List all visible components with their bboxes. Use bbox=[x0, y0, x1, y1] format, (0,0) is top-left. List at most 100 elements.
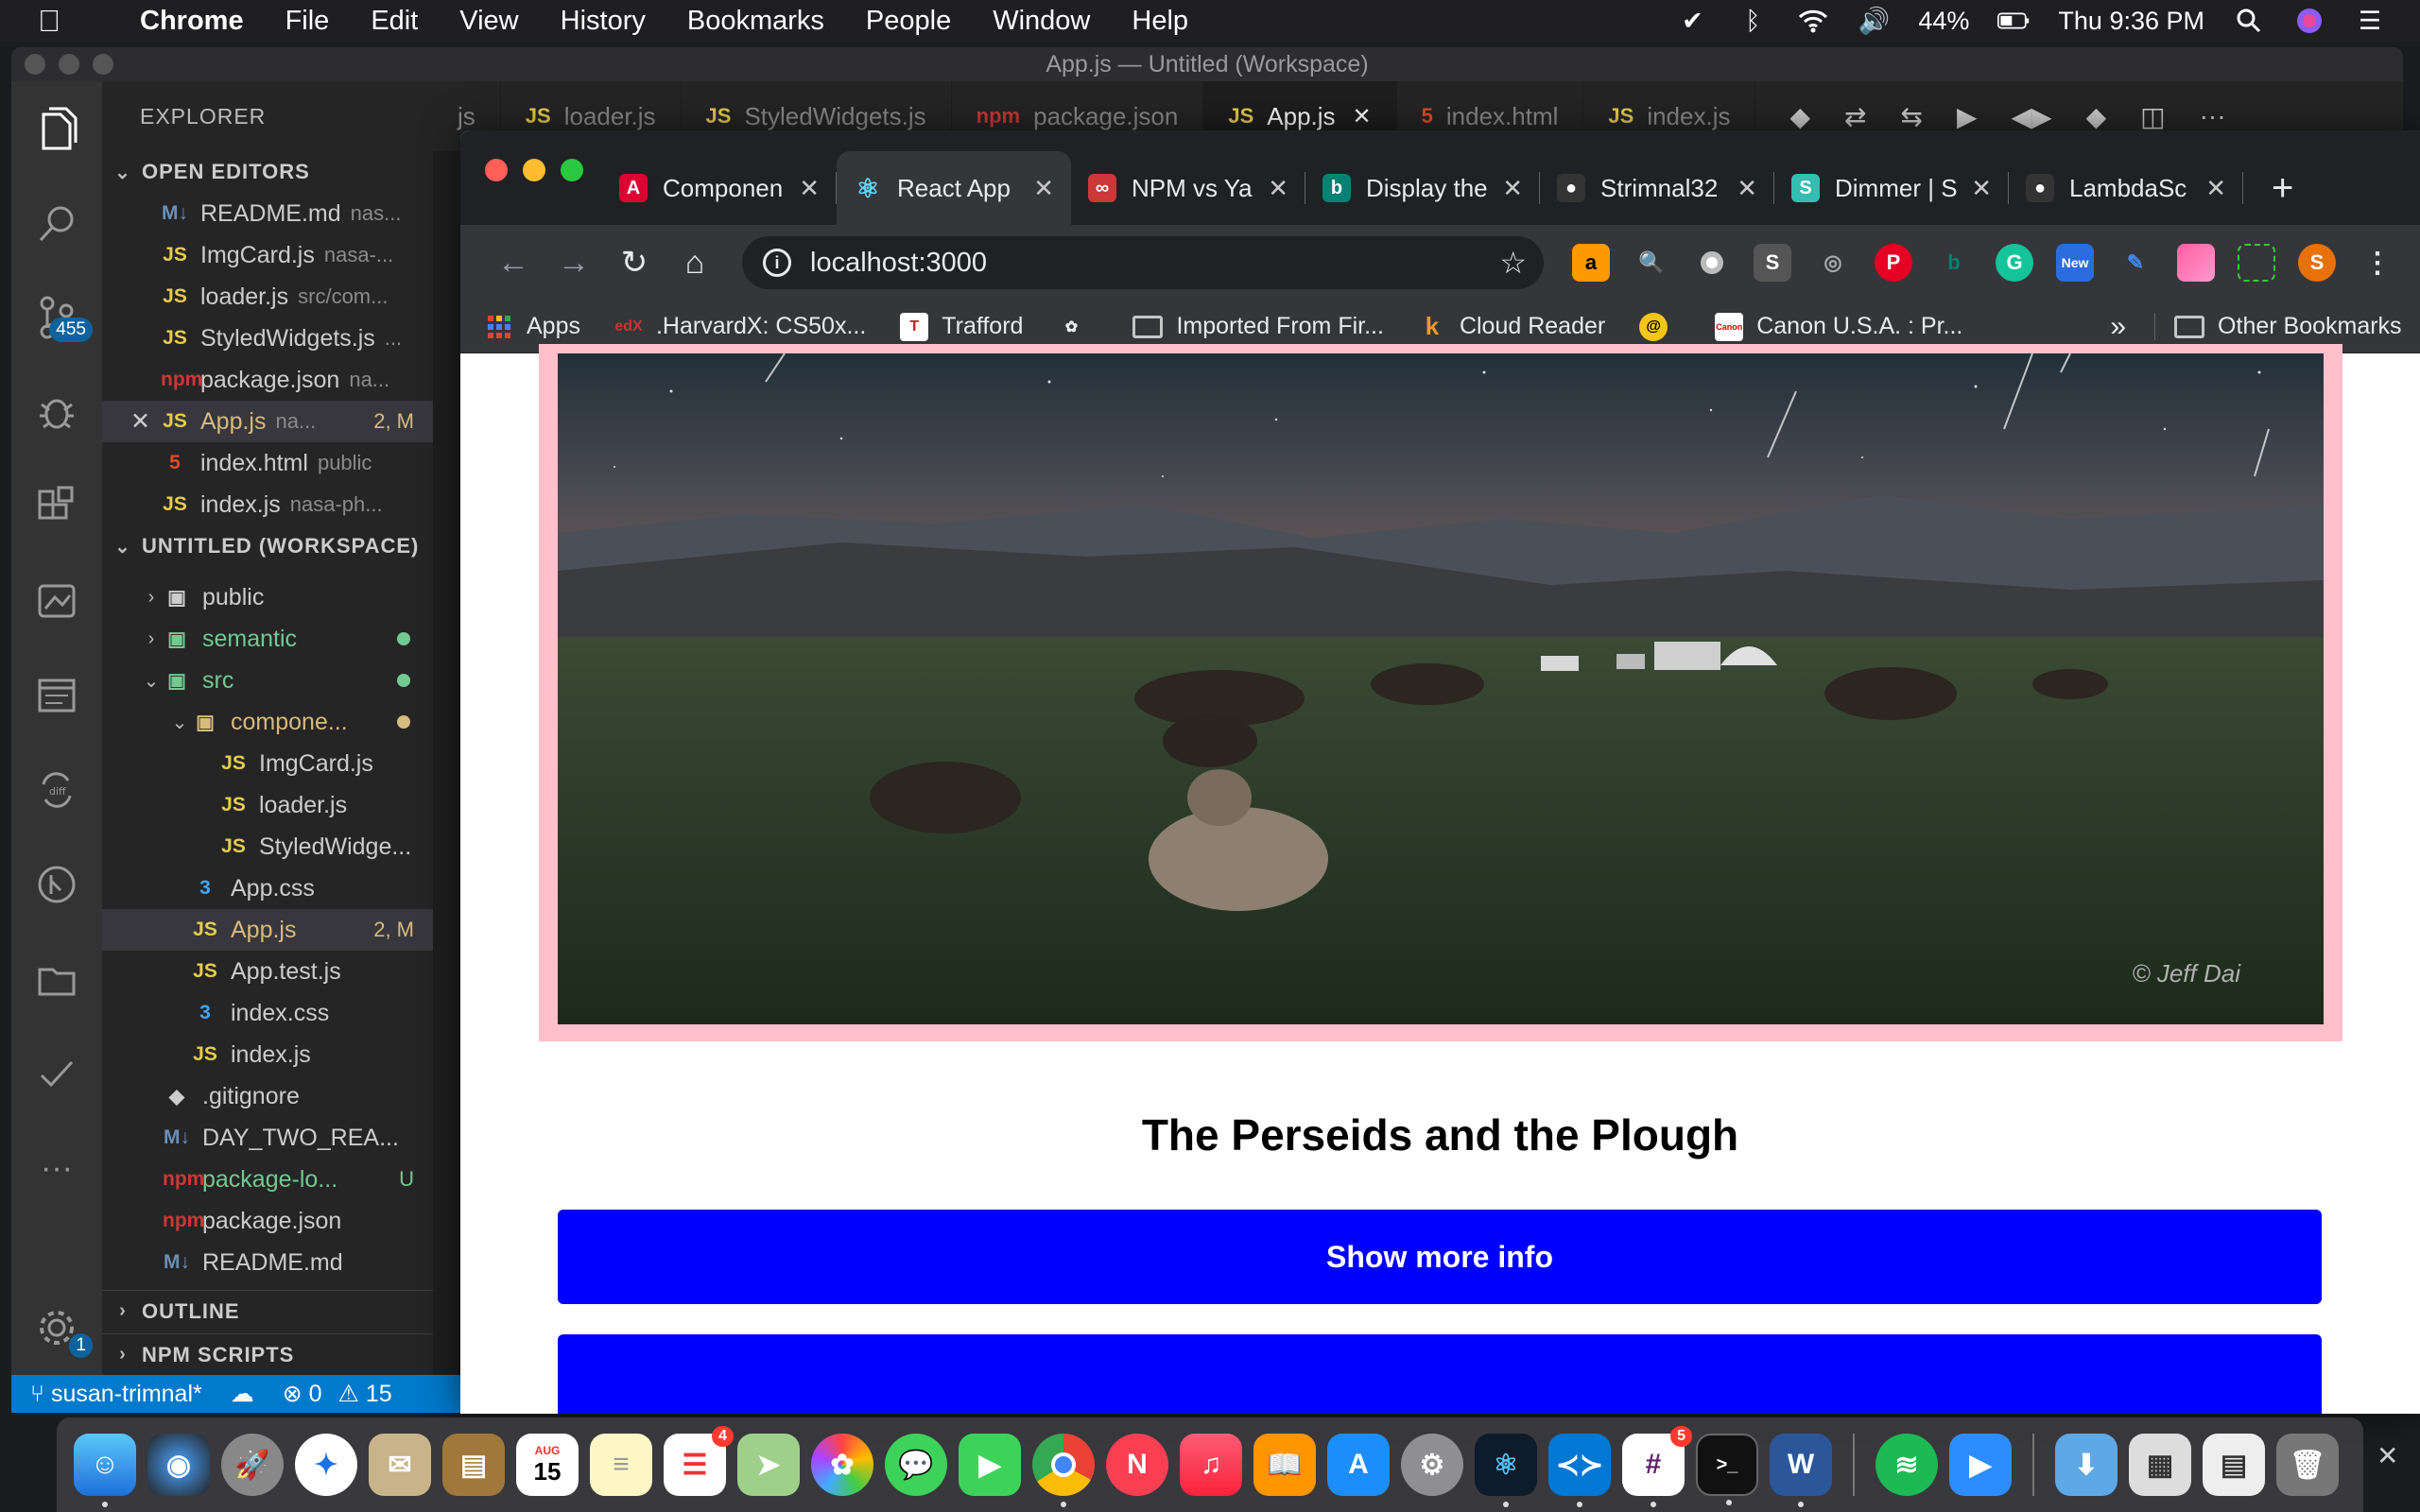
reload-button[interactable]: ↻ bbox=[604, 232, 665, 293]
bookmarks-overflow-button[interactable]: » bbox=[2110, 311, 2126, 343]
open-editor-item[interactable]: M↓ README.md nas... bbox=[102, 193, 433, 234]
checkmark-status-icon[interactable]: ✔ bbox=[1676, 5, 1708, 37]
menubar-clock[interactable]: Thu 9:36 PM bbox=[2058, 7, 2204, 36]
open-editor-item[interactable]: ✕ JS App.js na... 2, M bbox=[102, 401, 433, 442]
safari-icon[interactable]: ✦ bbox=[295, 1434, 357, 1496]
apple-menu-icon[interactable]:  bbox=[38, 4, 76, 39]
project-manager-icon[interactable] bbox=[11, 932, 102, 1026]
workspace-section[interactable]: ⌄ UNTITLED (WORKSPACE) bbox=[102, 525, 433, 567]
browser-tab[interactable]: ● LambdaSc ✕ bbox=[2009, 151, 2243, 225]
bluetooth-icon[interactable]: ᛒ bbox=[1737, 5, 1769, 37]
more-icon[interactable]: ··· bbox=[11, 1121, 102, 1215]
outline-section[interactable]: › OUTLINE bbox=[102, 1290, 433, 1332]
folder-item[interactable]: › ▣ public bbox=[102, 576, 433, 618]
screenshots-stack-icon[interactable]: ▦ bbox=[2129, 1434, 2191, 1496]
downloads-folder-icon[interactable]: ⬇ bbox=[2055, 1434, 2118, 1496]
app-store-icon[interactable]: A bbox=[1327, 1434, 1390, 1496]
close-window-icon[interactable] bbox=[485, 159, 508, 181]
feather-extension-icon[interactable]: ✎ bbox=[2117, 244, 2154, 282]
file-item[interactable]: 3 App.css bbox=[102, 868, 433, 909]
music-icon[interactable]: ♫ bbox=[1180, 1434, 1242, 1496]
file-item[interactable]: JS loader.js bbox=[102, 784, 433, 826]
open-editor-item[interactable]: JS index.js nasa-ph... bbox=[102, 484, 433, 525]
close-tab-icon[interactable]: ✕ bbox=[1033, 174, 1054, 203]
bookmark-star-icon[interactable]: ☆ bbox=[1499, 245, 1527, 281]
debug-icon[interactable] bbox=[11, 365, 102, 459]
profile-avatar[interactable]: S bbox=[2298, 244, 2336, 282]
sync-cloud-icon[interactable]: ☁ bbox=[231, 1380, 254, 1408]
pinterest-extension-icon[interactable]: P bbox=[1875, 244, 1912, 282]
file-item[interactable]: npm package.json bbox=[102, 1200, 433, 1242]
extensions-icon[interactable] bbox=[11, 459, 102, 554]
s-extension-icon[interactable]: S bbox=[1754, 244, 1791, 282]
open-editor-item[interactable]: JS StyledWidgets.js... bbox=[102, 318, 433, 359]
other-bookmarks[interactable]: Other Bookmarks bbox=[2154, 313, 2402, 340]
file-item[interactable]: JS App.test.js bbox=[102, 951, 433, 992]
close-tab-icon[interactable]: ✕ bbox=[1971, 174, 1992, 203]
bookmark-at[interactable]: @ bbox=[1639, 312, 1681, 341]
open-editors-section[interactable]: ⌄ OPEN EDITORS bbox=[102, 151, 433, 193]
new-tab-button[interactable]: + bbox=[2243, 151, 2322, 225]
reminders-icon[interactable]: ☰ 4 bbox=[664, 1426, 734, 1496]
problems-indicator[interactable]: ⊗ 0 ⚠ 15 bbox=[283, 1380, 392, 1408]
menu-people[interactable]: People bbox=[866, 6, 951, 37]
menu-view[interactable]: View bbox=[459, 6, 518, 37]
close-tab-icon[interactable]: ✕ bbox=[1502, 174, 1523, 203]
octocat-extension-icon[interactable]: ◎ bbox=[1814, 244, 1852, 282]
open-editor-item[interactable]: 5 index.html public bbox=[102, 442, 433, 484]
grammarly-extension-icon[interactable]: G bbox=[1996, 244, 2033, 282]
maps-icon[interactable]: ➤ bbox=[737, 1434, 800, 1496]
secondary-blue-button[interactable] bbox=[558, 1334, 2322, 1414]
browser-preview-icon[interactable] bbox=[11, 648, 102, 743]
menu-history[interactable]: History bbox=[561, 6, 646, 37]
file-item[interactable]: JS ImgCard.js bbox=[102, 743, 433, 784]
close-tab-icon[interactable]: ✕ bbox=[799, 174, 820, 203]
notification-center-icon[interactable]: ☰ bbox=[2354, 5, 2386, 37]
launchpad-icon[interactable]: 🚀 bbox=[221, 1434, 284, 1496]
remote-explorer-icon[interactable] bbox=[11, 554, 102, 648]
new-extension-icon[interactable]: New bbox=[2056, 244, 2094, 282]
close-tab-icon[interactable]: ✕ bbox=[1268, 174, 1288, 203]
menu-edit[interactable]: Edit bbox=[371, 6, 418, 37]
terminal-icon[interactable]: >_ bbox=[1696, 1434, 1758, 1505]
run-icon[interactable]: ▶ bbox=[1957, 101, 1978, 132]
zoom-icon[interactable]: ▶ bbox=[1949, 1434, 2012, 1496]
home-button[interactable]: ⌂ bbox=[665, 232, 725, 293]
close-editor-icon[interactable]: ✕ bbox=[130, 407, 153, 436]
photos-icon[interactable]: ✿ bbox=[811, 1434, 873, 1496]
browser-tab[interactable]: ∞ NPM vs Ya ✕ bbox=[1071, 151, 1305, 225]
npm-scripts-section[interactable]: › NPM SCRIPTS bbox=[102, 1333, 433, 1375]
file-item[interactable]: M↓ README.md bbox=[102, 1242, 433, 1283]
menu-app-name[interactable]: Chrome bbox=[140, 6, 244, 37]
open-editor-item[interactable]: npm package.json na... bbox=[102, 359, 433, 401]
finder-icon[interactable]: ☺ bbox=[74, 1434, 136, 1507]
explorer-files-icon[interactable] bbox=[11, 81, 102, 176]
system-preferences-icon[interactable]: ⚙ bbox=[1401, 1434, 1463, 1496]
browser-tab[interactable]: ⚛ React App ✕ bbox=[837, 151, 1071, 225]
menu-file[interactable]: File bbox=[285, 6, 330, 37]
amazon-extension-icon[interactable]: a bbox=[1572, 244, 1610, 282]
file-item[interactable]: JS StyledWidge... bbox=[102, 826, 433, 868]
file-item[interactable]: M↓ DAY_TWO_REA... bbox=[102, 1117, 433, 1159]
todo-check-icon[interactable] bbox=[11, 1026, 102, 1121]
documents-stack-icon[interactable]: ▤ bbox=[2203, 1434, 2265, 1496]
menu-window[interactable]: Window bbox=[993, 6, 1090, 37]
file-item[interactable]: 3 index.css bbox=[102, 992, 433, 1034]
git-icon[interactable]: ◆ bbox=[1789, 101, 1810, 132]
siri-icon[interactable]: ◉ bbox=[147, 1434, 210, 1496]
news-icon[interactable]: N bbox=[1106, 1434, 1168, 1496]
forward-button[interactable]: → bbox=[544, 232, 604, 293]
close-x-icon[interactable]: ✕ bbox=[2377, 1440, 2398, 1471]
open-editor-item[interactable]: JS loader.js src/com... bbox=[102, 276, 433, 318]
screenshot-extension-icon[interactable] bbox=[2238, 244, 2275, 282]
folder-item[interactable]: › ▣ semantic bbox=[102, 618, 433, 660]
bookmark-harvardx[interactable]: edX .HarvardX: CS50x... bbox=[614, 313, 866, 341]
calendar-icon[interactable]: AUG 15 bbox=[516, 1434, 579, 1496]
close-tab-icon[interactable]: ✕ bbox=[2205, 174, 2226, 203]
folder-item[interactable]: ⌄ ▣ src bbox=[102, 660, 433, 701]
folder-item[interactable]: ⌄ ▣ compone... bbox=[102, 701, 433, 743]
bookmark-flower[interactable]: ✿ bbox=[1057, 313, 1098, 341]
electron-app-icon[interactable]: ⚛ bbox=[1475, 1434, 1537, 1507]
diff-sync-icon[interactable]: diff bbox=[11, 743, 102, 837]
gitlens-compare-icon[interactable]: ◆ bbox=[2086, 101, 2107, 132]
